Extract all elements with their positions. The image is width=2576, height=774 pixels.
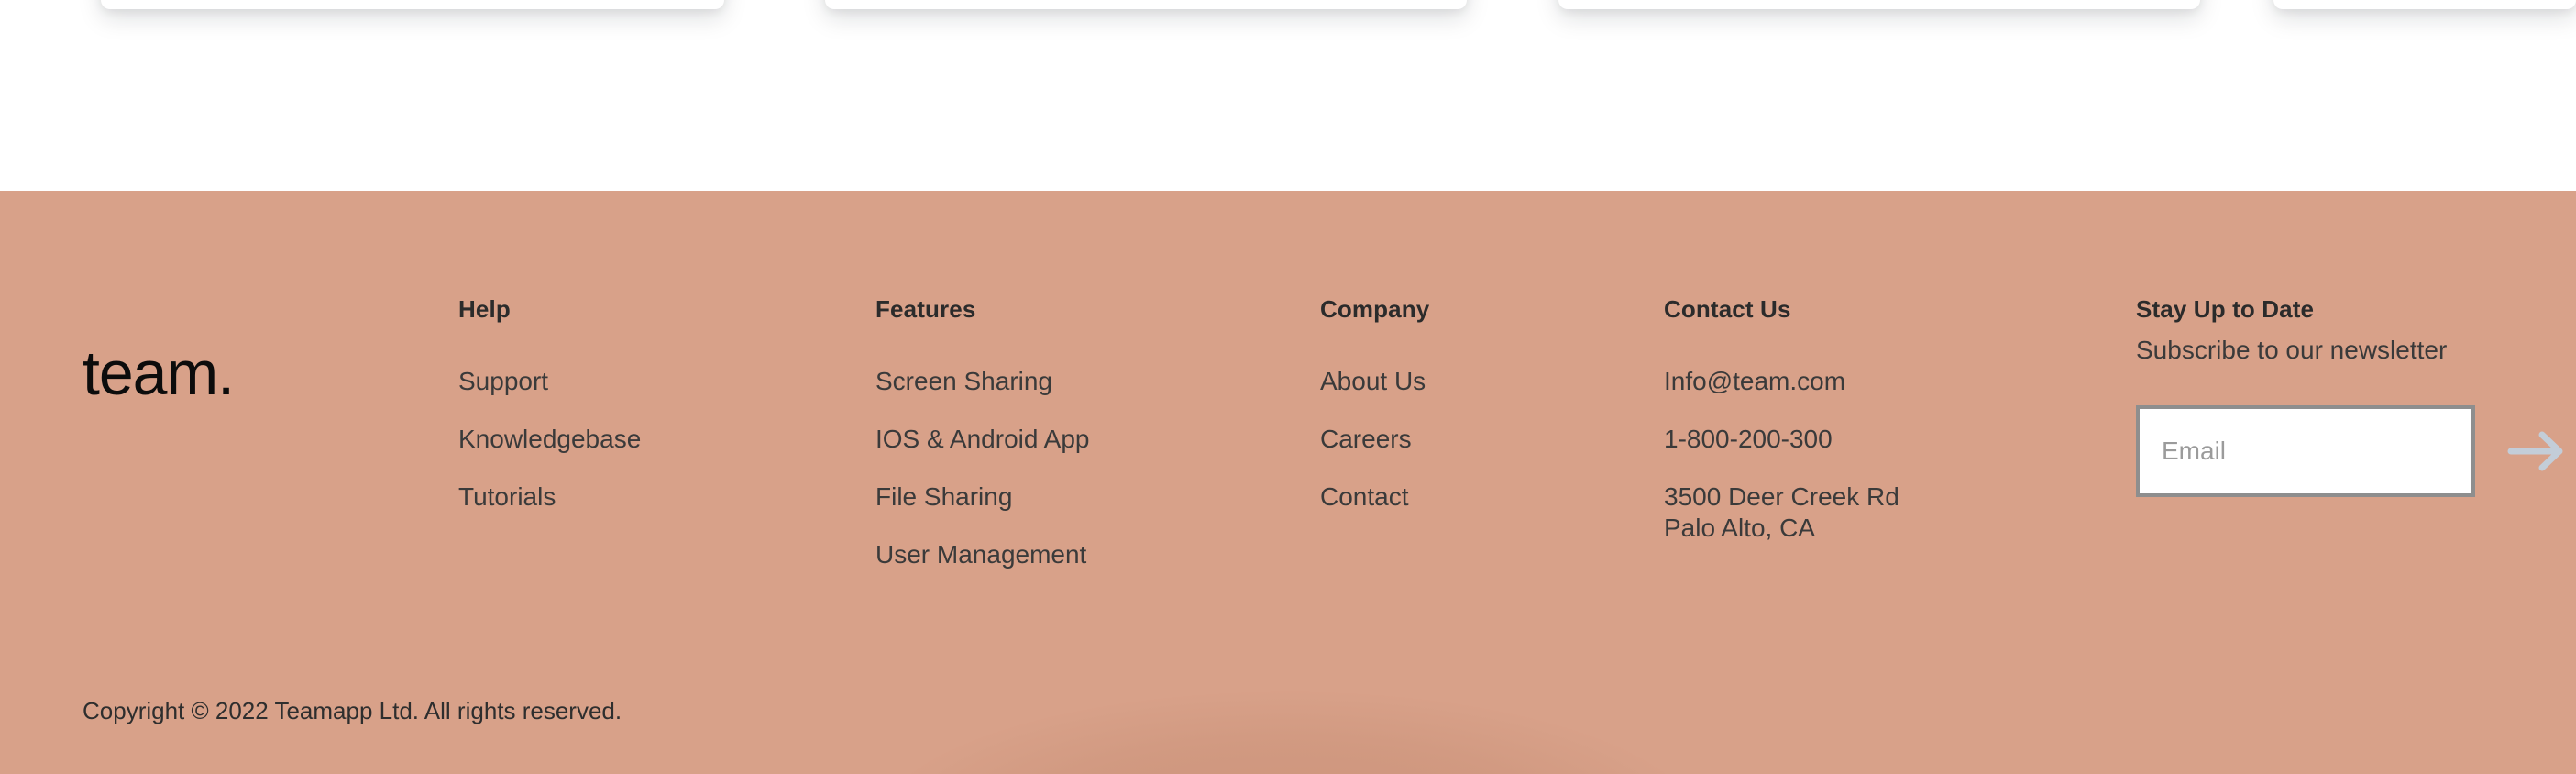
card-stub — [1558, 0, 2200, 9]
card-stub — [2273, 0, 2576, 9]
footer-column-help: Help Support Knowledgebase Tutorials — [458, 296, 843, 513]
list-item: Info@team.com — [1664, 366, 2086, 397]
above-section-strip — [0, 0, 2576, 191]
list-item: Support — [458, 366, 843, 397]
footer-link-support[interactable]: Support — [458, 366, 548, 397]
footer-postal-address: 3500 Deer Creek Rd Palo Alto, CA — [1664, 481, 1899, 543]
card-stub — [825, 0, 1467, 9]
brand-logo[interactable]: team. — [83, 342, 235, 404]
footer-column-title-help: Help — [458, 295, 511, 323]
footer-column-features: Features Screen Sharing IOS & Android Ap… — [875, 296, 1288, 570]
list-item: About Us — [1320, 366, 1641, 397]
footer-link-careers[interactable]: Careers — [1320, 424, 1412, 455]
card-stub — [101, 0, 724, 9]
list-item: Contact — [1320, 481, 1641, 513]
footer-link-file-sharing[interactable]: File Sharing — [875, 481, 1012, 513]
list-item: Careers — [1320, 424, 1641, 455]
newsletter-subscribe-form — [2136, 404, 2563, 497]
footer-link-list-company: About Us Careers Contact — [1320, 366, 1641, 513]
list-item: User Management — [875, 539, 1288, 570]
footer-link-about-us[interactable]: About Us — [1320, 366, 1426, 397]
footer-link-contact[interactable]: Contact — [1320, 481, 1409, 513]
footer-column-title-contact: Contact Us — [1664, 295, 1791, 323]
footer-column-contact: Contact Us Info@team.com 1-800-200-300 3… — [1664, 296, 2086, 544]
footer-column-title-newsletter: Stay Up to Date — [2136, 295, 2315, 323]
footer-link-phone-number[interactable]: 1-800-200-300 — [1664, 424, 1833, 455]
footer-column-title-company: Company — [1320, 295, 1430, 323]
footer-link-list-features: Screen Sharing IOS & Android App File Sh… — [875, 366, 1288, 571]
list-item: 3500 Deer Creek Rd Palo Alto, CA — [1664, 481, 2086, 544]
copyright-text: Copyright © 2022 Teamapp Ltd. All rights… — [83, 697, 622, 724]
footer-link-list-contact: Info@team.com 1-800-200-300 3500 Deer Cr… — [1664, 366, 2086, 545]
list-item: Tutorials — [458, 481, 843, 513]
list-item: Screen Sharing — [875, 366, 1288, 397]
footer-column-title-features: Features — [875, 295, 976, 323]
newsletter-submit-button[interactable] — [2493, 409, 2576, 493]
footer-link-ios-android-app[interactable]: IOS & Android App — [875, 424, 1090, 455]
footer-link-screen-sharing[interactable]: Screen Sharing — [875, 366, 1052, 397]
email-input[interactable] — [2140, 408, 2493, 493]
footer-vignette — [875, 691, 1701, 774]
footer-link-email-address[interactable]: Info@team.com — [1664, 366, 1845, 397]
footer-link-knowledgebase[interactable]: Knowledgebase — [458, 424, 641, 455]
list-item: 1-800-200-300 — [1664, 424, 2086, 455]
footer-column-company: Company About Us Careers Contact — [1320, 296, 1641, 513]
list-item: IOS & Android App — [875, 424, 1288, 455]
footer-link-user-management[interactable]: User Management — [875, 539, 1086, 570]
list-item: Knowledgebase — [458, 424, 843, 455]
arrow-right-icon — [2507, 430, 2566, 472]
page-root: team. Help Support Knowledgebase Tutoria… — [0, 0, 2576, 774]
footer-link-tutorials[interactable]: Tutorials — [458, 481, 556, 513]
list-item: File Sharing — [875, 481, 1288, 513]
newsletter-subtitle: Subscribe to our newsletter — [2136, 335, 2448, 364]
site-footer: team. Help Support Knowledgebase Tutoria… — [0, 191, 2576, 774]
footer-link-list-help: Support Knowledgebase Tutorials — [458, 366, 843, 513]
footer-column-newsletter: Stay Up to Date Subscribe to our newslet… — [2136, 295, 2563, 497]
